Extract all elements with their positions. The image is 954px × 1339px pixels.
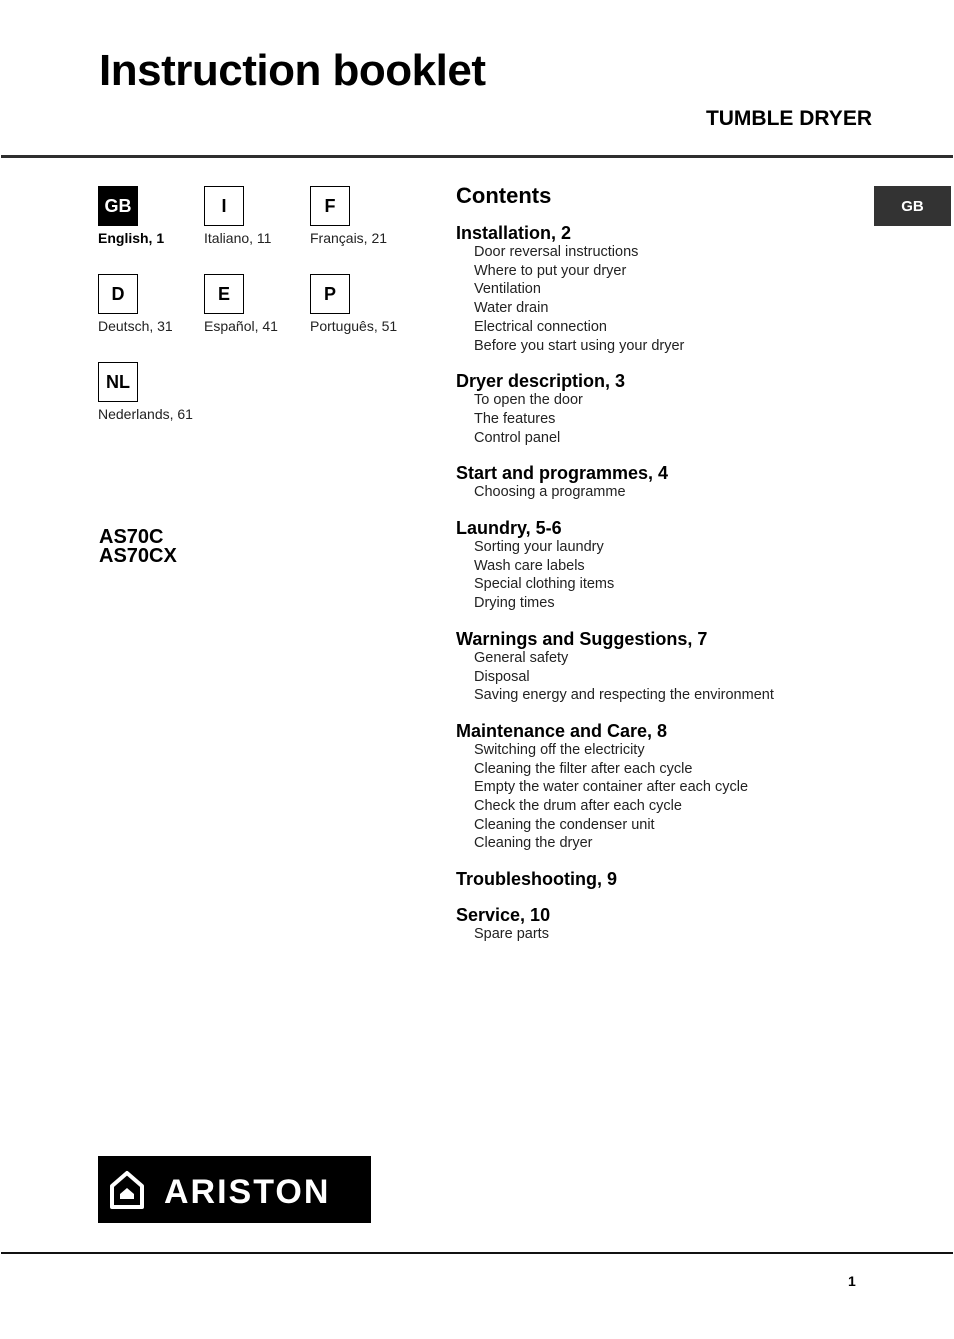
toc-item[interactable]: Check the drum after each cycle: [456, 797, 856, 816]
toc-item[interactable]: Disposal: [456, 668, 856, 687]
toc-item[interactable]: The features: [456, 410, 856, 429]
toc-item[interactable]: Cleaning the filter after each cycle: [456, 760, 856, 779]
language-label: Français, 21: [310, 230, 388, 246]
language-label: Deutsch, 31: [98, 318, 173, 334]
toc-section: Warnings and Suggestions, 7 General safet…: [456, 629, 856, 705]
toc-section: Installation, 2 Door reversal instruction…: [456, 223, 856, 355]
language-item-f[interactable]: F Français, 21: [310, 186, 420, 246]
toc-section: Service, 10 Spare parts: [456, 905, 856, 944]
model-numbers: AS70C AS70CX: [99, 527, 177, 567]
toc-section-title[interactable]: Service, 10: [456, 905, 856, 925]
toc-item[interactable]: Water drain: [456, 299, 856, 318]
header-divider: [1, 155, 953, 158]
toc-item[interactable]: Switching off the electricity: [456, 741, 856, 760]
language-code-box[interactable]: P: [310, 274, 350, 314]
toc-section-title[interactable]: Laundry, 5-6: [456, 518, 856, 538]
toc-section: Troubleshooting, 9: [456, 869, 856, 889]
toc-section-title[interactable]: Start and programmes, 4: [456, 463, 856, 483]
language-item-d[interactable]: D Deutsch, 31: [98, 274, 208, 334]
toc-item[interactable]: Drying times: [456, 594, 856, 613]
toc-section: Start and programmes, 4 Choosing a progra…: [456, 463, 856, 502]
toc-item[interactable]: Cleaning the condenser unit: [456, 816, 856, 835]
page-number: 1: [848, 1273, 856, 1289]
document-title: Instruction booklet: [99, 46, 486, 95]
language-label: English, 1: [98, 230, 165, 246]
toc-section: Laundry, 5-6 Sorting your laundry Wash car…: [456, 518, 856, 613]
table-of-contents: Contents Installation, 2 Door reversal in…: [456, 183, 856, 960]
language-code-box[interactable]: E: [204, 274, 244, 314]
toc-item[interactable]: Sorting your laundry: [456, 538, 856, 557]
language-label: Italiano, 11: [204, 230, 272, 246]
toc-item[interactable]: Saving energy and respecting the environ…: [456, 686, 856, 705]
language-item-e[interactable]: E Español, 41: [204, 274, 314, 334]
toc-item[interactable]: Before you start using your dryer: [456, 337, 856, 356]
toc-section-title[interactable]: Maintenance and Care, 8: [456, 721, 856, 741]
toc-section-title[interactable]: Troubleshooting, 9: [456, 869, 856, 889]
product-type: TUMBLE DRYER: [705, 107, 872, 130]
language-tab-gb: GB: [874, 186, 951, 226]
toc-item[interactable]: To open the door: [456, 391, 856, 410]
toc-section: Dryer description, 3 To open the door The …: [456, 371, 856, 447]
language-item-i[interactable]: I Italiano, 11: [204, 186, 314, 246]
contents-heading: Contents: [456, 183, 552, 208]
toc-item[interactable]: Door reversal instructions: [456, 243, 856, 262]
toc-section-title[interactable]: Installation, 2: [456, 223, 856, 243]
toc-item[interactable]: Special clothing items: [456, 575, 856, 594]
toc-item[interactable]: Choosing a programme: [456, 483, 856, 502]
language-label: Español, 41: [204, 318, 278, 334]
toc-item[interactable]: Electrical connection: [456, 318, 856, 337]
ariston-logo: ARISTON: [98, 1156, 371, 1223]
model-number: AS70CX: [99, 545, 177, 567]
toc-item[interactable]: Spare parts: [456, 925, 856, 944]
toc-item[interactable]: Ventilation: [456, 280, 856, 299]
toc-item[interactable]: General safety: [456, 649, 856, 668]
toc-section-title[interactable]: Warnings and Suggestions, 7: [456, 629, 856, 649]
toc-item[interactable]: Control panel: [456, 429, 856, 448]
language-code-box[interactable]: F: [310, 186, 350, 226]
language-code-box[interactable]: GB: [98, 186, 138, 226]
footer-divider: [1, 1252, 953, 1254]
toc-item[interactable]: Empty the water container after each cyc…: [456, 778, 856, 797]
language-item-nl[interactable]: NL Nederlands, 61: [98, 362, 208, 422]
language-code-box[interactable]: D: [98, 274, 138, 314]
language-item-gb[interactable]: GB English, 1: [98, 186, 208, 246]
toc-section-title[interactable]: Dryer description, 3: [456, 371, 856, 391]
language-label: Nederlands, 61: [98, 406, 193, 422]
brand-name: ARISTON: [164, 1173, 331, 1211]
language-code-box[interactable]: I: [204, 186, 244, 226]
toc-section: Maintenance and Care, 8 Switching off the…: [456, 721, 856, 853]
house-icon: [110, 1170, 144, 1209]
toc-item[interactable]: Cleaning the dryer: [456, 834, 856, 853]
toc-item[interactable]: Where to put your dryer: [456, 262, 856, 281]
language-code-box[interactable]: NL: [98, 362, 138, 402]
language-item-p[interactable]: P Português, 51: [310, 274, 420, 334]
language-label: Português, 51: [310, 318, 398, 334]
toc-item[interactable]: Wash care labels: [456, 557, 856, 576]
